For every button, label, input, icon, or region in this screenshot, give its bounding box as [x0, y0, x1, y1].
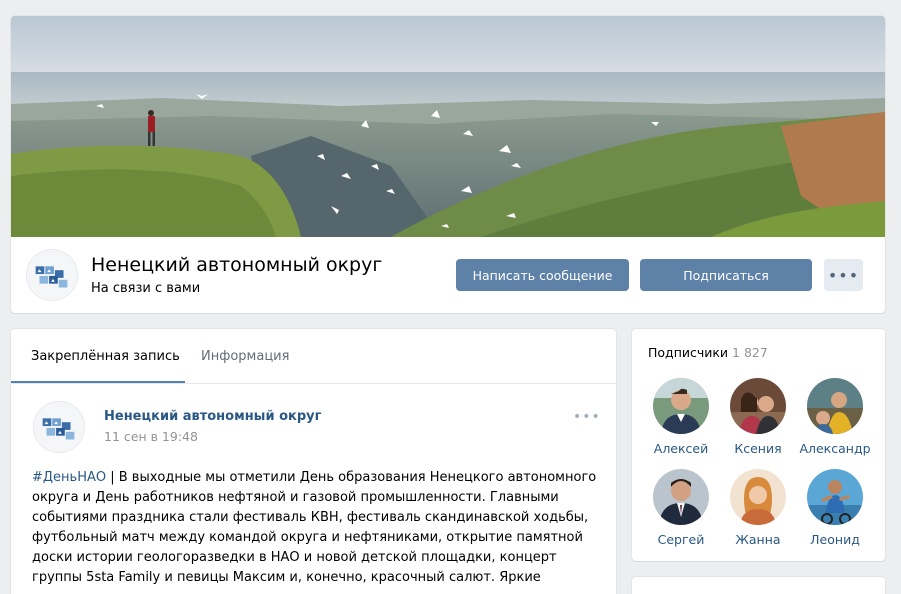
subscriber-avatar: [653, 378, 709, 434]
group-status: На связи с вами: [91, 281, 201, 296]
subscriber-avatar: [730, 469, 786, 525]
post-author-link[interactable]: Ненецкий автономный округ: [104, 409, 321, 424]
cover-image: [11, 16, 885, 237]
subscriber-name: Александр: [799, 441, 871, 456]
subscriber-avatar: [807, 378, 863, 434]
tab-pinned-post[interactable]: Закреплённая запись: [31, 349, 180, 364]
write-message-button[interactable]: Написать сообщение: [456, 259, 629, 291]
group-header: Ненецкий автономный округ На связи с вам…: [11, 16, 885, 313]
subscribe-button[interactable]: Подписаться: [640, 259, 812, 291]
subscribers-header[interactable]: Подписчики 1 827: [648, 345, 768, 360]
wall-section: Закреплённая запись Информация Ненецкий …: [11, 329, 616, 594]
wall-tabs: Закреплённая запись Информация: [11, 329, 616, 384]
subscribers-title: Подписчики: [648, 345, 729, 360]
subscriber-avatar: [653, 469, 709, 525]
subscriber-item[interactable]: Леонид: [795, 469, 875, 547]
subscriber-item[interactable]: Сергей: [641, 469, 721, 547]
subscriber-item[interactable]: Алексей: [641, 378, 721, 456]
subscriber-item[interactable]: Александр: [795, 378, 875, 456]
more-actions-button[interactable]: •••: [824, 259, 863, 291]
subscriber-name: Ксения: [734, 441, 782, 456]
subscriber-item[interactable]: Жанна: [718, 469, 798, 547]
subscriber-avatar: [807, 469, 863, 525]
post-text: #ДеньНАО | В выходные мы отметили День о…: [32, 468, 602, 588]
post-hashtag-link[interactable]: #ДеньНАО: [32, 470, 106, 485]
subscriber-name: Сергей: [657, 532, 705, 547]
subscriber-name: Алексей: [653, 441, 709, 456]
group-name: Ненецкий автономный округ: [91, 254, 383, 276]
subscriber-item[interactable]: Ксения: [718, 378, 798, 456]
subscribers-widget: Подписчики 1 827 Алексей Ксения Александр…: [632, 329, 885, 561]
active-tab-indicator: [11, 381, 185, 383]
group-avatar[interactable]: [26, 249, 78, 301]
post-date[interactable]: 11 сен в 19:48: [104, 429, 198, 444]
subscribers-count: 1 827: [732, 345, 768, 360]
next-widget: [632, 577, 885, 594]
subscriber-name: Жанна: [735, 532, 781, 547]
post-body: | В выходные мы отметили День образовани…: [32, 470, 597, 585]
tab-information[interactable]: Информация: [201, 349, 289, 364]
post-author-avatar[interactable]: [33, 401, 85, 453]
subscriber-avatar: [730, 378, 786, 434]
subscriber-name: Леонид: [810, 532, 860, 547]
post-more-icon[interactable]: •••: [573, 409, 601, 425]
